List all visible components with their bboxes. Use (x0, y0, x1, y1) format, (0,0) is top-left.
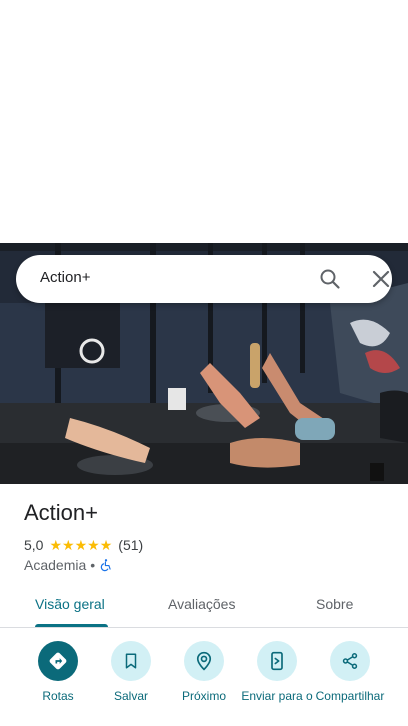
review-count[interactable]: (51) (118, 537, 143, 553)
rating-row[interactable]: 5,0 ★ ★ ★ ★ ★ (51) (24, 536, 143, 554)
send-circle (257, 641, 297, 681)
nearby-label: Próximo (181, 689, 226, 703)
active-tab-indicator (35, 624, 108, 627)
share-label: Compartilhar (315, 689, 385, 703)
star-icon: ★ (99, 537, 113, 553)
share-icon (342, 653, 358, 669)
star-icon: ★ (49, 537, 63, 553)
nearby-icon (196, 651, 212, 671)
search-input[interactable]: Action+ (40, 269, 90, 286)
directions-button[interactable]: Rotas (18, 641, 98, 703)
tab-about[interactable]: Sobre (316, 596, 353, 612)
search-icon[interactable] (318, 267, 342, 291)
place-title: Action+ (24, 500, 98, 525)
category-row: Academia • (24, 556, 113, 574)
directions-label: Rotas (42, 689, 74, 703)
wheelchair-accessible-icon (100, 559, 111, 572)
star-icon: ★ (87, 537, 100, 553)
search-bar[interactable]: Action+ (16, 255, 392, 303)
nearby-circle (184, 641, 224, 681)
map-blank-area (0, 0, 408, 243)
close-icon[interactable] (369, 267, 393, 291)
category-label: Academia (24, 557, 87, 573)
nearby-button[interactable]: Próximo (164, 641, 244, 703)
rating-value: 5,0 (24, 537, 44, 553)
save-label: Salvar (113, 689, 148, 703)
save-button[interactable]: Salvar (91, 641, 171, 703)
directions-icon (49, 652, 67, 670)
share-circle (330, 641, 370, 681)
share-button[interactable]: Compartilhar (310, 641, 390, 703)
place-tabs: Visão geral Avaliações Sobre (0, 586, 408, 628)
separator-dot: • (90, 557, 96, 573)
tab-overview[interactable]: Visão geral (35, 596, 105, 612)
action-bar: Rotas Salvar Próximo Enviar para o Compa… (0, 641, 408, 726)
bookmark-icon (125, 653, 137, 669)
tab-reviews[interactable]: Avaliações (168, 596, 235, 612)
star-icon: ★ (62, 537, 75, 553)
directions-circle (38, 641, 78, 681)
send-to-phone-icon (271, 651, 283, 671)
send-to-phone-button[interactable]: Enviar para o (237, 641, 317, 703)
save-circle (111, 641, 151, 681)
star-icon: ★ (74, 537, 88, 553)
send-label: Enviar para o (241, 689, 313, 703)
rating-stars: ★ ★ ★ ★ ★ (49, 538, 112, 552)
